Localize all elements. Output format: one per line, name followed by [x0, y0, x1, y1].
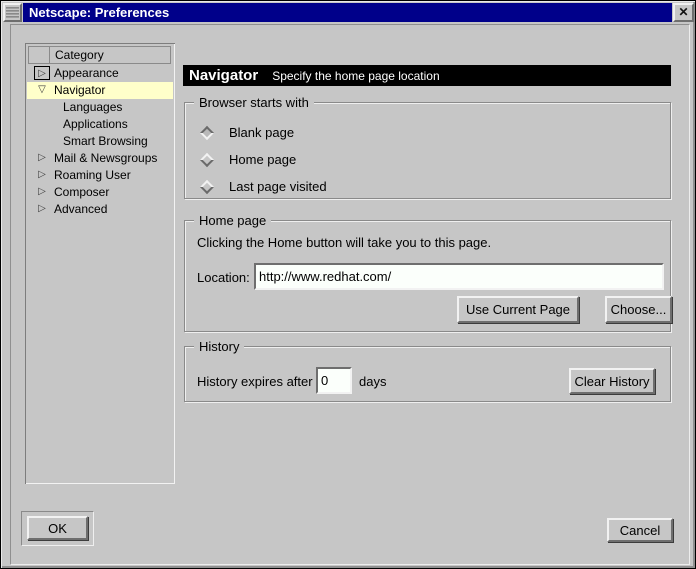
radio-unselected-icon[interactable]	[200, 180, 214, 194]
days-label: days	[359, 374, 386, 389]
ok-button[interactable]: OK	[27, 516, 88, 540]
sidebar-item-label[interactable]: Composer	[54, 184, 109, 201]
use-current-page-button[interactable]: Use Current Page	[457, 296, 579, 323]
sidebar-item-label[interactable]: Smart Browsing	[63, 133, 148, 150]
radio-selected-icon[interactable]	[200, 126, 214, 140]
sidebar-item-label[interactable]: Navigator	[54, 82, 105, 99]
home-page-group: Home page Clicking the Home button will …	[184, 220, 671, 332]
sidebar-item-navigator[interactable]: ▽ Navigator	[27, 82, 173, 99]
window-title[interactable]: Netscape: Preferences	[23, 3, 672, 22]
sidebar-item-label[interactable]: Appearance	[54, 65, 119, 82]
sidebar-item-label[interactable]: Advanced	[54, 201, 107, 218]
sidebar-item-label[interactable]: Roaming User	[54, 167, 131, 184]
category-header-label: Category	[55, 47, 104, 63]
collapsed-triangle-icon[interactable]: ▷	[34, 151, 50, 165]
category-header-divider	[49, 47, 50, 63]
ok-default-frame: OK	[21, 511, 94, 546]
history-group: History History expires after days Clear…	[184, 346, 671, 402]
home-page-description: Clicking the Home button will take you t…	[197, 235, 491, 250]
section-subtitle: Specify the home page location	[272, 69, 439, 83]
browser-starts-group: Browser starts with Blank page Home page…	[184, 102, 671, 199]
group-legend: History	[194, 339, 244, 354]
sidebar-item-advanced[interactable]: ▷ Advanced	[27, 201, 173, 218]
sidebar-item-roaming-user[interactable]: ▷ Roaming User	[27, 167, 173, 184]
sidebar-item-composer[interactable]: ▷ Composer	[27, 184, 173, 201]
sidebar-item-label[interactable]: Languages	[63, 99, 122, 116]
sidebar-item-languages[interactable]: Languages	[27, 99, 173, 116]
collapsed-triangle-icon[interactable]: ▷	[34, 202, 50, 216]
section-header: Navigator Specify the home page location	[183, 65, 671, 86]
location-label: Location:	[197, 270, 250, 285]
cancel-button[interactable]: Cancel	[607, 518, 673, 542]
radio-label[interactable]: Last page visited	[229, 178, 327, 196]
preferences-window: Netscape: Preferences ✕ Category ▷ Appea…	[0, 0, 696, 569]
collapsed-triangle-icon[interactable]: ▷	[34, 185, 50, 199]
group-legend: Browser starts with	[194, 95, 314, 110]
history-days-input[interactable]	[316, 367, 352, 394]
radio-unselected-icon[interactable]	[200, 153, 214, 167]
sidebar-item-smart-browsing[interactable]: Smart Browsing	[27, 133, 173, 150]
expanded-triangle-icon[interactable]: ▽	[34, 83, 50, 97]
sidebar-item-label[interactable]: Mail & Newsgroups	[54, 150, 157, 167]
sidebar-item-label[interactable]: Applications	[63, 116, 128, 133]
group-legend: Home page	[194, 213, 271, 228]
category-tree-panel: Category ▷ Appearance ▽ Navigator Langua…	[25, 43, 175, 484]
close-button[interactable]: ✕	[673, 3, 694, 22]
sidebar-item-applications[interactable]: Applications	[27, 116, 173, 133]
radio-label[interactable]: Blank page	[229, 124, 294, 142]
section-title: Navigator	[189, 65, 258, 86]
collapsed-triangle-icon[interactable]: ▷	[34, 168, 50, 182]
radio-label[interactable]: Home page	[229, 151, 296, 169]
location-input[interactable]	[254, 263, 664, 290]
sidebar-item-mail-newsgroups[interactable]: ▷ Mail & Newsgroups	[27, 150, 173, 167]
category-header: Category	[28, 46, 171, 64]
clear-history-button[interactable]: Clear History	[569, 368, 655, 394]
choose-button[interactable]: Choose...	[605, 296, 672, 323]
window-menu-button[interactable]	[3, 3, 22, 22]
collapsed-triangle-icon[interactable]: ▷	[34, 66, 50, 80]
close-icon: ✕	[678, 5, 688, 19]
window-menu-icon	[6, 6, 19, 19]
sidebar-item-appearance[interactable]: ▷ Appearance	[27, 65, 173, 82]
history-expires-label: History expires after	[197, 374, 313, 389]
